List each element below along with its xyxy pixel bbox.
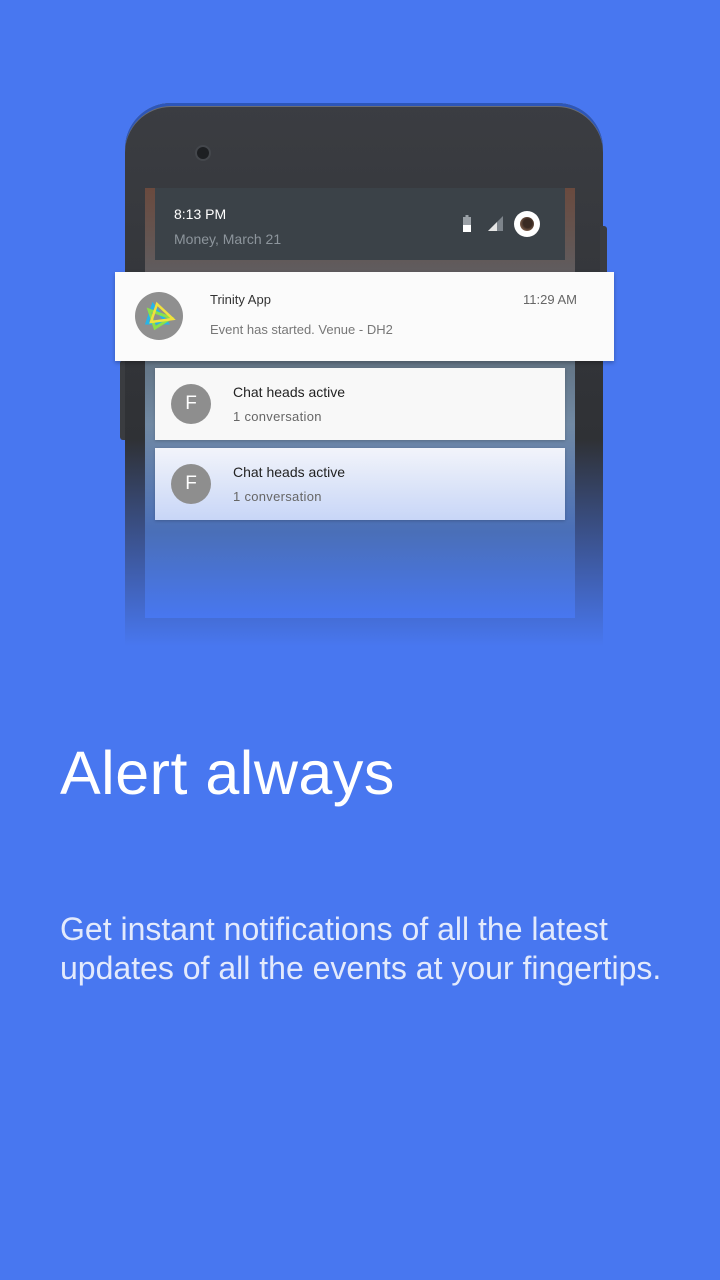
letter-avatar: F — [171, 464, 211, 504]
notification-text: Event has started. Venue - DH2 — [210, 322, 393, 337]
chat-notification-subtitle: 1 conversation — [233, 409, 322, 424]
notification-app-name: Trinity App — [210, 292, 271, 307]
user-avatar[interactable] — [514, 211, 540, 237]
signal-icon — [488, 216, 503, 231]
chat-notification-title: Chat heads active — [233, 464, 346, 480]
camera-icon — [197, 147, 209, 159]
status-date: Money, March 21 — [174, 231, 282, 247]
chat-heads-notification[interactable]: F Chat heads active 1 conversation — [155, 368, 565, 440]
trinity-notification[interactable]: Trinity App 11:29 AM Event has started. … — [115, 272, 614, 361]
phone-illustration: 8:13 PM Money, March 21 Trinity App 11:2… — [0, 0, 720, 700]
chat-notification-title: Chat heads active — [233, 384, 346, 400]
chat-notification-subtitle: 1 conversation — [233, 489, 322, 504]
letter-avatar: F — [171, 384, 211, 424]
notification-time: 11:29 AM — [523, 292, 577, 307]
onboarding-headline: Alert always — [60, 739, 395, 807]
trinity-logo-icon — [135, 292, 183, 340]
chat-heads-notification[interactable]: F Chat heads active 1 conversation — [155, 448, 565, 520]
onboarding-description: Get instant notifications of all the lat… — [60, 911, 662, 986]
battery-icon — [463, 215, 471, 232]
status-time: 8:13 PM — [174, 206, 227, 222]
notification-shade-header: 8:13 PM Money, March 21 — [155, 188, 565, 260]
